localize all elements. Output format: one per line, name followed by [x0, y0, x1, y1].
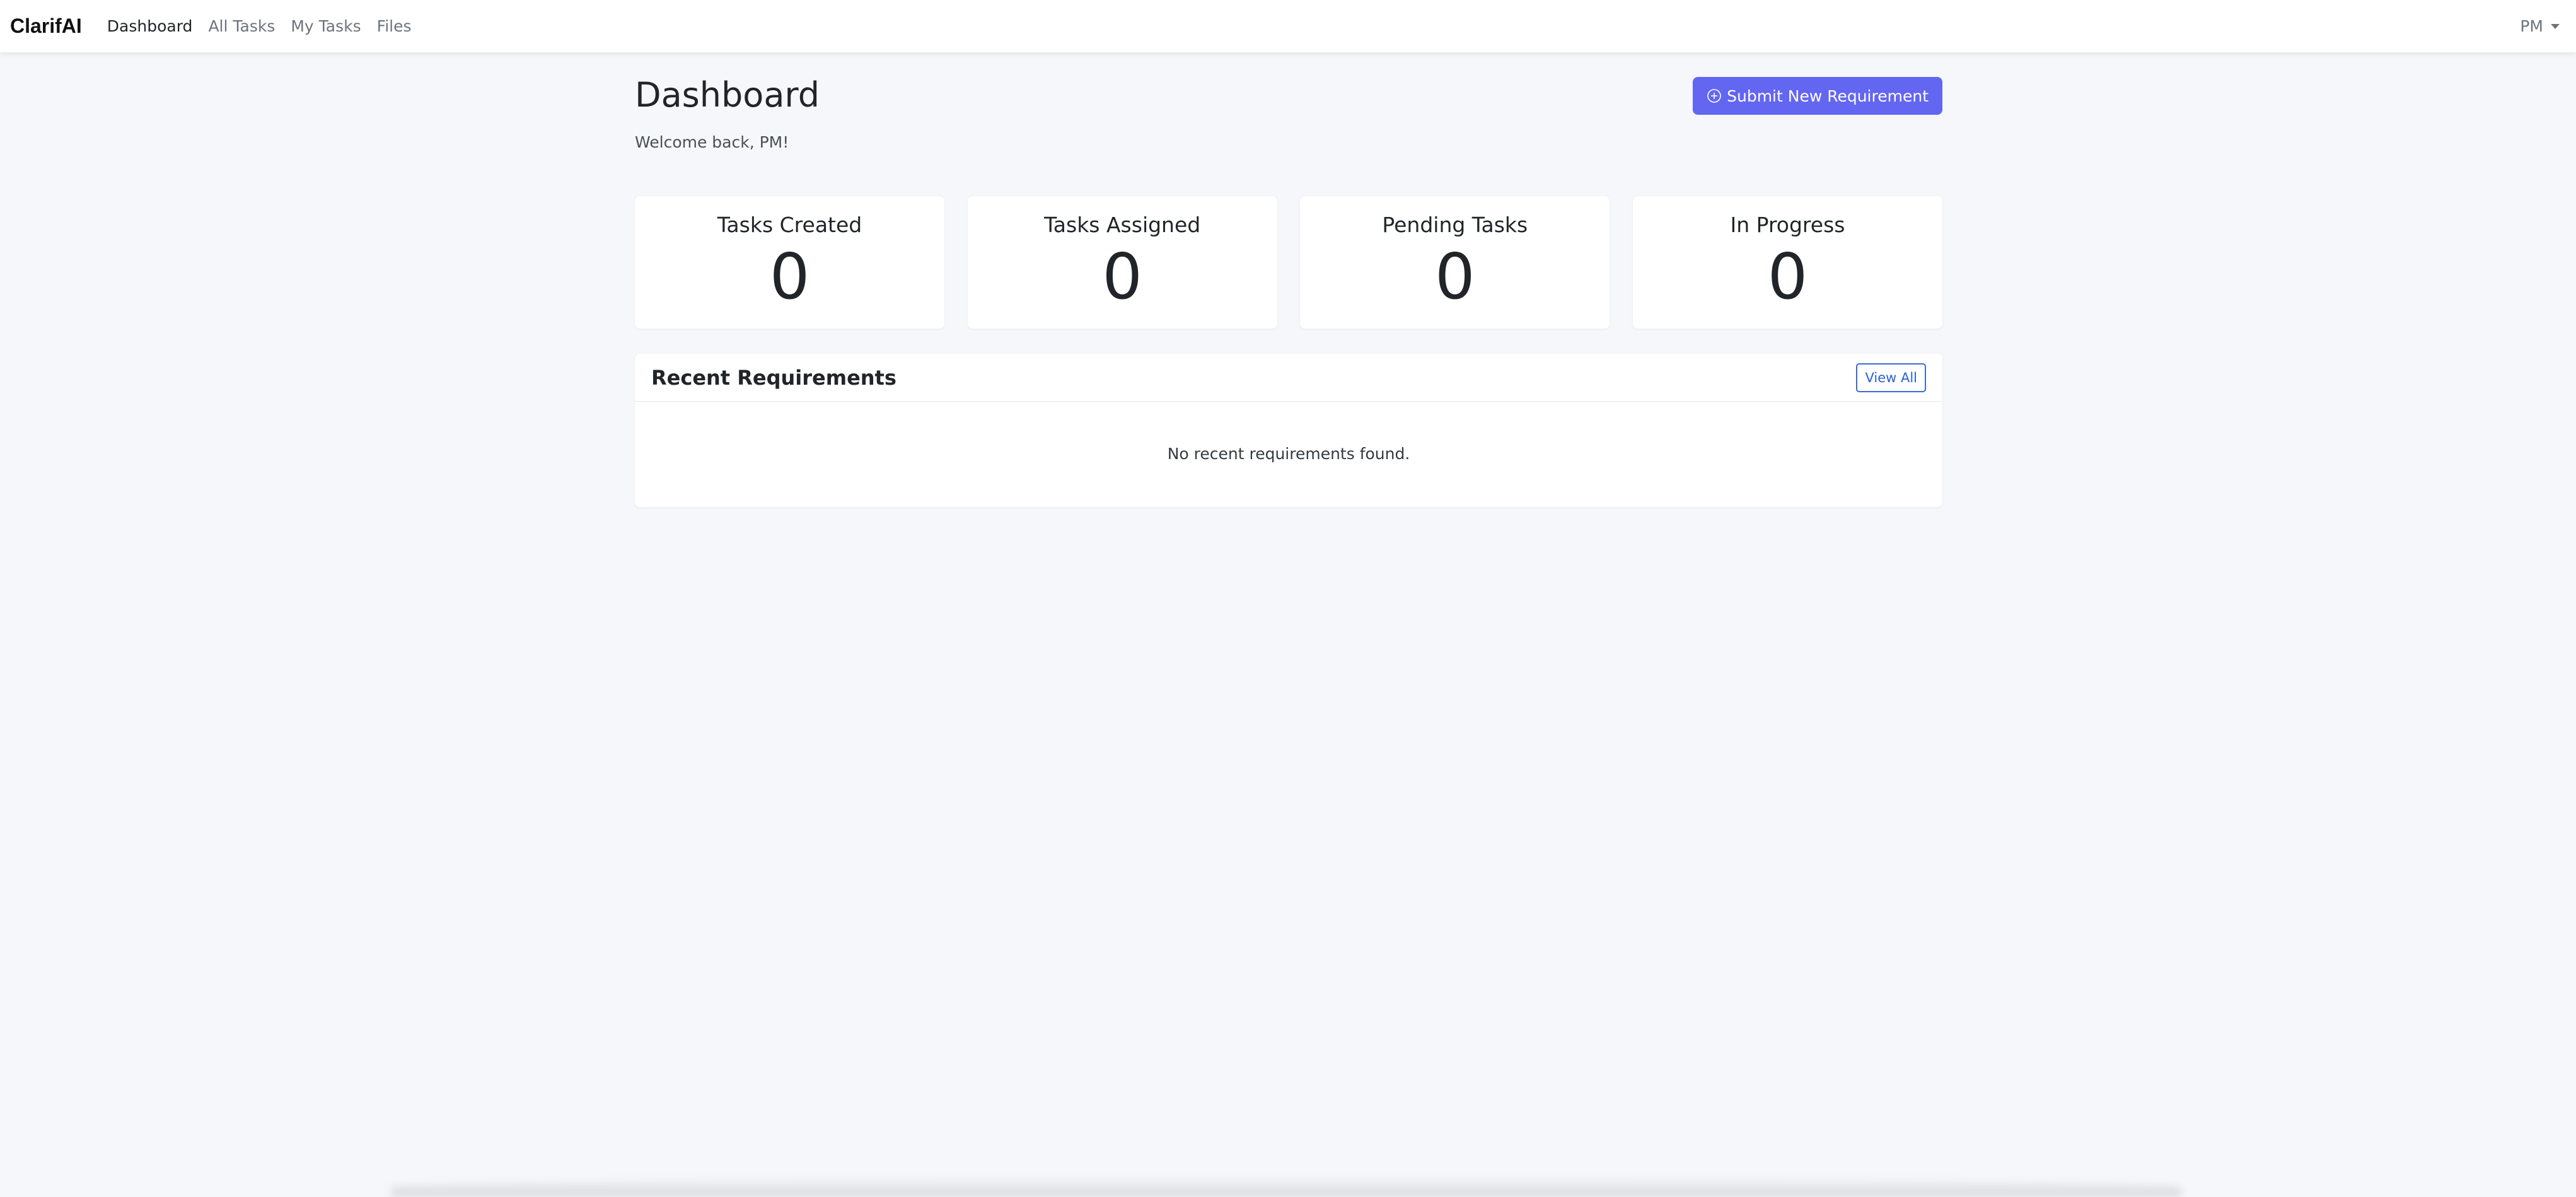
- submit-new-requirement-button[interactable]: Submit New Requirement: [1693, 77, 1942, 115]
- stat-label: Pending Tasks: [1382, 213, 1528, 237]
- page-header: Dashboard Welcome back, PM! Submit New R…: [635, 52, 1942, 178]
- brand-logo[interactable]: ClarifAI: [10, 15, 82, 38]
- top-navbar: ClarifAI Dashboard All Tasks My Tasks Fi…: [0, 0, 2576, 52]
- main-container: Dashboard Welcome back, PM! Submit New R…: [635, 52, 1942, 507]
- stat-value: 0: [1435, 240, 1475, 313]
- stat-card-tasks-assigned: Tasks Assigned 0: [967, 196, 1277, 329]
- user-menu-dropdown[interactable]: PM: [2520, 0, 2560, 52]
- stat-label: In Progress: [1730, 213, 1845, 237]
- plus-circle-icon: [1707, 89, 1721, 103]
- stat-card-in-progress: In Progress 0: [1632, 196, 1942, 329]
- user-menu-label: PM: [2520, 17, 2543, 35]
- recent-requirements-header: Recent Requirements View All: [635, 354, 1942, 402]
- stat-label: Tasks Assigned: [1044, 213, 1201, 237]
- nav-link-dashboard[interactable]: Dashboard: [107, 17, 193, 35]
- nav-link-my-tasks[interactable]: My Tasks: [291, 17, 361, 35]
- stats-row: Tasks Created 0 Tasks Assigned 0 Pending…: [635, 196, 1942, 329]
- stat-label: Tasks Created: [717, 213, 862, 237]
- empty-state-message: No recent requirements found.: [1167, 445, 1410, 463]
- bottom-shadow-decoration: [391, 1177, 2181, 1197]
- caret-down-icon: [2551, 23, 2560, 29]
- stat-value: 0: [769, 240, 810, 313]
- stat-value: 0: [1102, 240, 1142, 313]
- recent-requirements-title: Recent Requirements: [651, 365, 896, 390]
- page-title: Dashboard: [635, 75, 820, 115]
- nav-links: Dashboard All Tasks My Tasks Files: [107, 17, 427, 35]
- recent-requirements-card: Recent Requirements View All No recent r…: [635, 354, 1942, 507]
- nav-link-all-tasks[interactable]: All Tasks: [208, 17, 275, 35]
- stat-card-pending-tasks: Pending Tasks 0: [1300, 196, 1610, 329]
- welcome-message: Welcome back, PM!: [635, 133, 789, 151]
- nav-link-files[interactable]: Files: [377, 17, 412, 35]
- stat-card-tasks-created: Tasks Created 0: [635, 196, 944, 329]
- stat-value: 0: [1767, 240, 1808, 313]
- view-all-button[interactable]: View All: [1856, 363, 1926, 392]
- submit-button-label: Submit New Requirement: [1727, 86, 1929, 105]
